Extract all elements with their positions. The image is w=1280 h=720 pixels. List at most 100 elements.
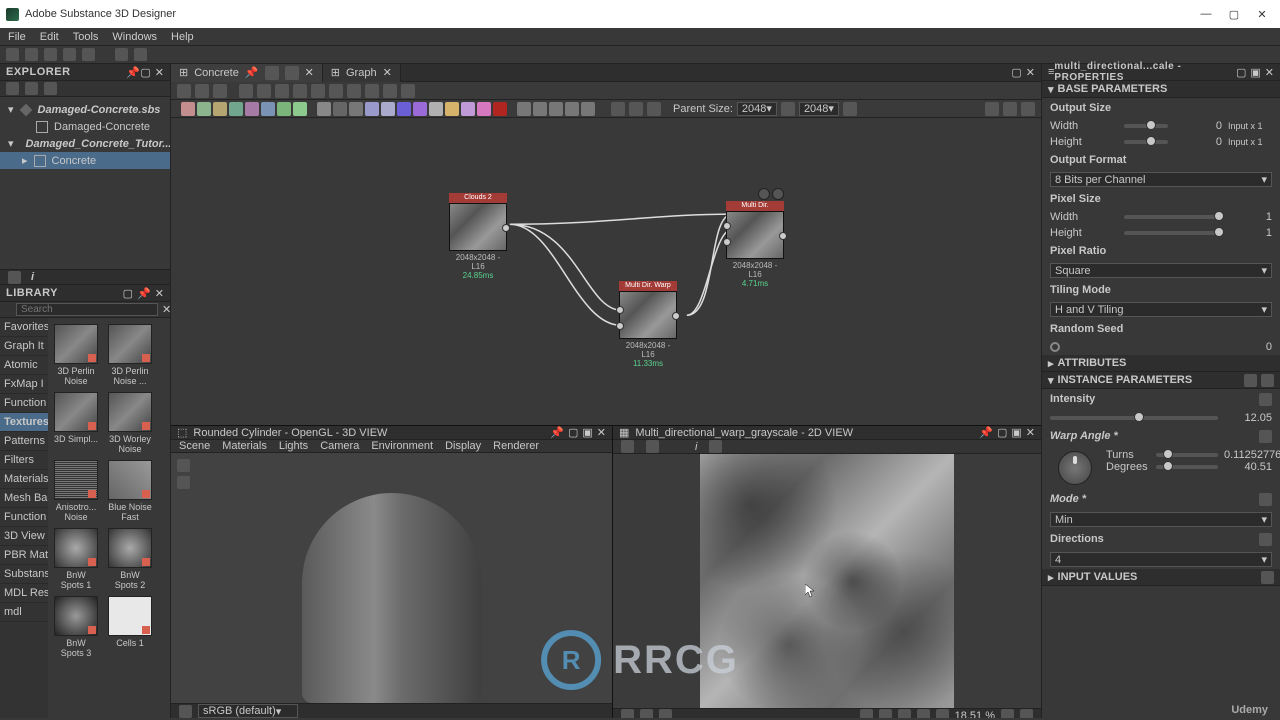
node-chip-icon[interactable] — [533, 102, 547, 116]
turns-slider[interactable] — [1156, 453, 1218, 457]
menu-environment[interactable]: Environment — [371, 440, 433, 452]
fit-icon[interactable] — [879, 709, 892, 718]
library-thumb[interactable]: 3D Perlin Noise ... — [108, 324, 152, 386]
channel-icon[interactable] — [917, 709, 930, 718]
frame-icon[interactable] — [383, 84, 397, 98]
library-thumb[interactable]: 3D Simpl... — [54, 392, 98, 454]
node-chip-icon[interactable] — [397, 102, 411, 116]
maximize-icon[interactable]: ▣ — [1011, 426, 1021, 439]
export-icon[interactable] — [195, 84, 209, 98]
gear-icon[interactable] — [1261, 571, 1274, 584]
node-chip-icon[interactable] — [413, 102, 427, 116]
close-panel-icon[interactable]: ✕ — [1026, 426, 1035, 439]
node-chip-icon[interactable] — [317, 102, 331, 116]
function-icon[interactable] — [8, 271, 21, 284]
camera-tool-icon[interactable] — [177, 459, 190, 472]
node-chip-icon[interactable] — [517, 102, 531, 116]
grid-view-icon[interactable] — [860, 709, 873, 718]
settings-icon[interactable] — [1021, 102, 1035, 116]
menu-windows[interactable]: Windows — [112, 31, 157, 43]
library-cat[interactable]: Function — [0, 508, 48, 527]
tiling-dropdown[interactable]: H and V Tiling▾ — [1050, 302, 1272, 317]
node-chip-icon[interactable] — [213, 102, 227, 116]
arrow-icon[interactable] — [329, 84, 343, 98]
search-icon[interactable] — [257, 84, 271, 98]
node-chip-icon[interactable] — [477, 102, 491, 116]
toggle-icon[interactable] — [611, 102, 625, 116]
node-action-icon[interactable] — [772, 188, 784, 200]
height-value[interactable]: 0 — [1174, 136, 1222, 148]
library-cat[interactable]: Favorites — [0, 318, 48, 337]
menu-edit[interactable]: Edit — [40, 31, 59, 43]
turns-value[interactable]: 0.11252776 — [1224, 449, 1272, 461]
library-thumb[interactable]: Cells 1 — [108, 596, 152, 658]
tab-close-icon[interactable]: ✕ — [383, 66, 392, 79]
refresh-icon[interactable] — [843, 102, 857, 116]
colorspace-dropdown[interactable]: sRGB (default)▾ — [198, 704, 298, 718]
copy-icon[interactable] — [646, 440, 659, 453]
save-icon[interactable] — [63, 48, 76, 61]
seed-radio[interactable] — [1050, 342, 1060, 352]
tab-action2-icon[interactable] — [285, 66, 299, 80]
node-chip-icon[interactable] — [229, 102, 243, 116]
alpha-icon[interactable] — [936, 709, 949, 718]
maximize-icon[interactable]: ▢ — [1011, 66, 1021, 79]
maximize-button[interactable]: ▢ — [1222, 4, 1246, 24]
parent-size-b-dropdown[interactable]: 2048▾ — [799, 102, 839, 116]
node-action-icon[interactable] — [758, 188, 770, 200]
pixel-ratio-dropdown[interactable]: Square▾ — [1050, 263, 1272, 278]
instance-params-header[interactable]: ▾INSTANCE PARAMETERS — [1042, 372, 1280, 389]
pin-icon[interactable]: 📌 — [979, 426, 993, 439]
reset-icon[interactable] — [1259, 493, 1272, 506]
graph-node-warp1[interactable]: Multi Dir. Warp Grayscale 2048x2048 - L1… — [619, 281, 677, 368]
library-cat[interactable]: PBR Mat — [0, 546, 48, 565]
menu-materials[interactable]: Materials — [222, 440, 267, 452]
maximize-icon[interactable]: ▣ — [582, 426, 592, 439]
node-chip-icon[interactable] — [461, 102, 475, 116]
library-thumb[interactable]: BnW Spots 3 — [54, 596, 98, 658]
intensity-value[interactable]: 12.05 — [1224, 412, 1272, 424]
explorer-tool-icon[interactable] — [6, 82, 19, 95]
library-thumb[interactable]: 3D Perlin Noise — [54, 324, 98, 386]
close-panel-icon[interactable]: ✕ — [597, 426, 606, 439]
material-ball-icon[interactable] — [179, 705, 192, 718]
library-thumb[interactable]: BnW Spots 1 — [54, 528, 98, 590]
base-params-header[interactable]: ▾BASE PARAMETERS — [1042, 81, 1280, 98]
list-icon[interactable] — [1244, 374, 1257, 387]
menu-lights[interactable]: Lights — [279, 440, 308, 452]
menu-tools[interactable]: Tools — [73, 31, 99, 43]
menu-renderer[interactable]: Renderer — [493, 440, 539, 452]
tree-item-package[interactable]: ▾ Damaged-Concrete.sbs — [0, 101, 170, 118]
pin-icon[interactable]: 📌 — [550, 426, 564, 439]
tab-close-icon[interactable]: ✕ — [305, 66, 314, 79]
library-thumb[interactable]: Anisotro... Noise — [54, 460, 98, 522]
grid-icon[interactable] — [401, 84, 415, 98]
node-chip-icon[interactable] — [381, 102, 395, 116]
ps-width-value[interactable]: 1 — [1224, 211, 1272, 223]
node-chip-icon[interactable] — [493, 102, 507, 116]
node-chip-icon[interactable] — [565, 102, 579, 116]
node-output-port[interactable] — [779, 232, 787, 240]
menu-display[interactable]: Display — [445, 440, 481, 452]
node-chip-icon[interactable] — [429, 102, 443, 116]
close-panel-icon[interactable]: ✕ — [155, 287, 164, 300]
width-slider[interactable] — [1124, 124, 1168, 128]
align-icon[interactable] — [293, 84, 307, 98]
close-panel-icon[interactable]: ✕ — [155, 66, 164, 79]
node-chip-icon[interactable] — [365, 102, 379, 116]
explorer-tool3-icon[interactable] — [44, 82, 57, 95]
open-icon[interactable] — [25, 48, 38, 61]
seed-value[interactable]: 0 — [1224, 341, 1272, 353]
histogram-icon[interactable] — [709, 440, 722, 453]
node-chip-icon[interactable] — [245, 102, 259, 116]
library-thumb[interactable]: Blue Noise Fast — [108, 460, 152, 522]
node-chip-icon[interactable] — [445, 102, 459, 116]
graph-node-warp2[interactable]: Multi Dir. WarpGrayscal 2048x2048 - L16 … — [726, 188, 784, 288]
redo-icon[interactable] — [134, 48, 147, 61]
library-cat[interactable]: Graph It — [0, 337, 48, 356]
tree-item-package[interactable]: ▾ Damaged_Concrete_Tutor... — [0, 135, 170, 152]
library-thumb[interactable]: 3D Worley Noise — [108, 392, 152, 454]
node-input-port[interactable] — [723, 238, 731, 246]
attributes-header[interactable]: ▸ATTRIBUTES — [1042, 355, 1280, 372]
mask-tool-icon[interactable] — [659, 709, 672, 718]
